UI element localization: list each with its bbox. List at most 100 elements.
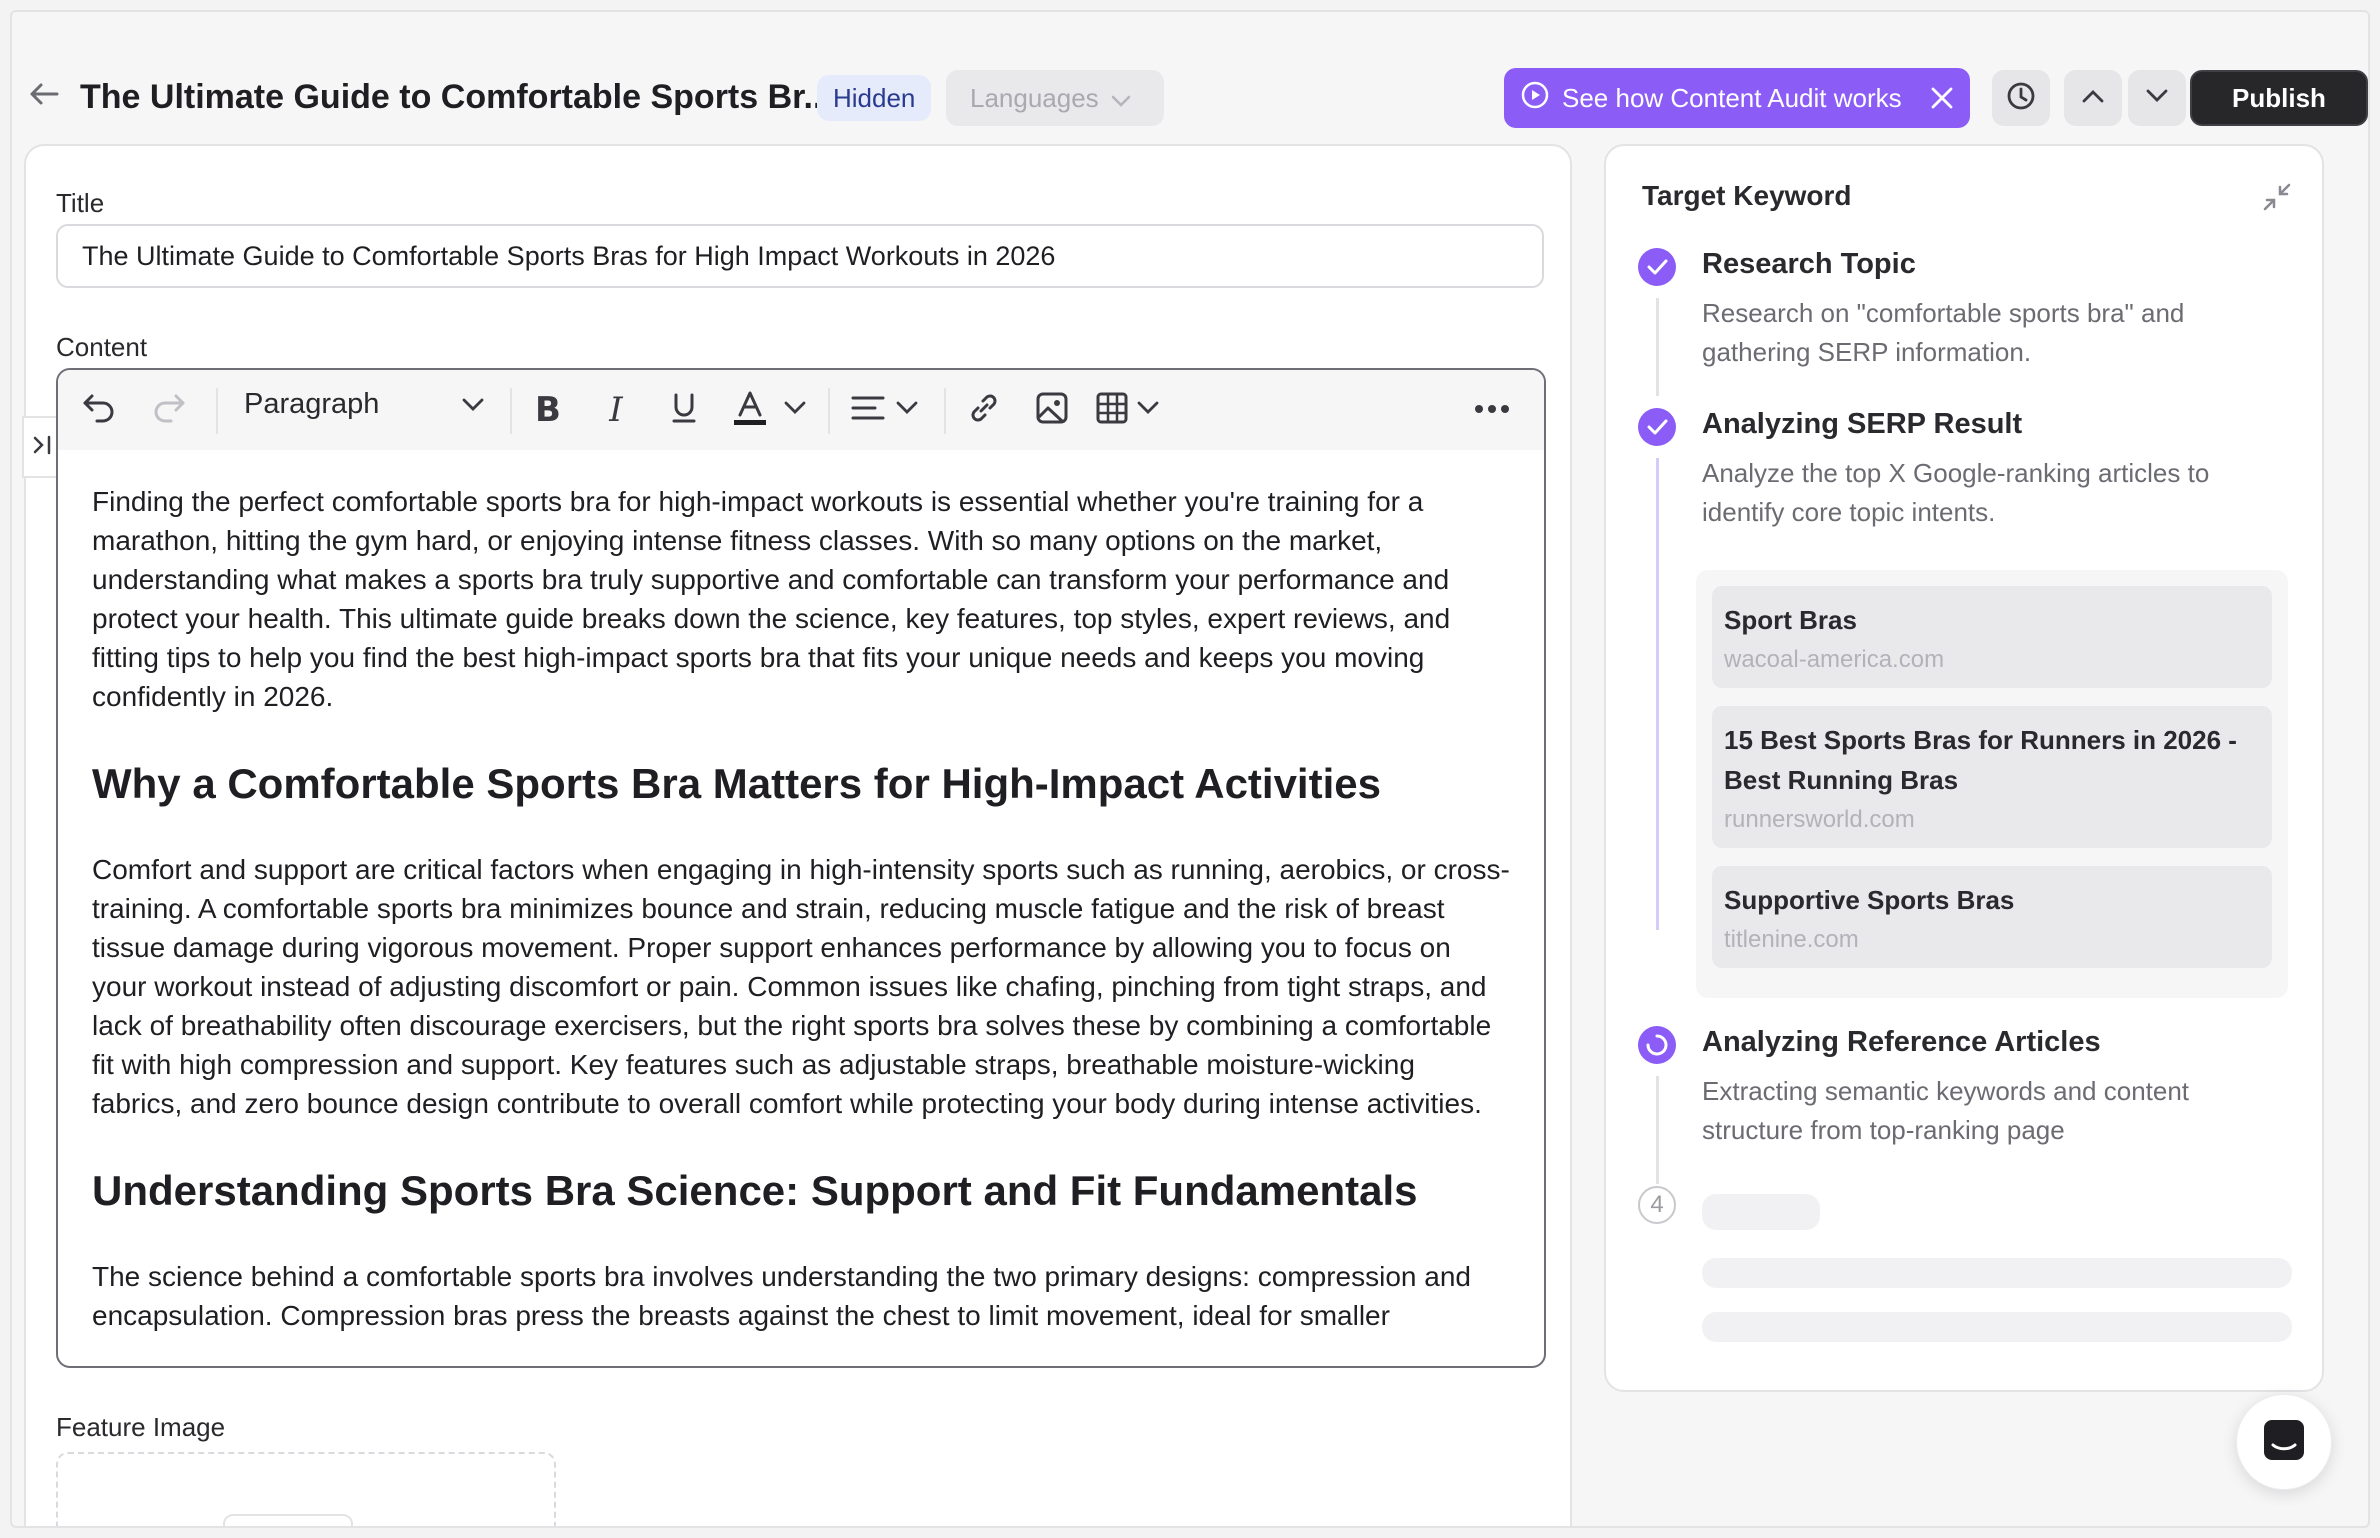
history-button[interactable] bbox=[1992, 70, 2050, 126]
redo-icon bbox=[150, 392, 186, 429]
block-type-select[interactable]: Paragraph bbox=[244, 388, 484, 421]
page-title: The Ultimate Guide to Comfortable Sports… bbox=[80, 78, 832, 116]
undo-icon bbox=[82, 392, 118, 429]
redo-button[interactable] bbox=[148, 390, 188, 430]
loading-placeholder bbox=[1702, 1194, 1820, 1230]
serp-result-title: 15 Best Sports Bras for Runners in 2026 … bbox=[1724, 725, 2237, 795]
title-label: Title bbox=[56, 188, 105, 218]
content-editor[interactable]: Paragraph B I Finding the perfect comfor… bbox=[56, 368, 1546, 1368]
feature-image-upload-button[interactable] bbox=[223, 1514, 353, 1526]
top-bar: The Ultimate Guide to Comfortable Sports… bbox=[12, 12, 2368, 152]
bold-button[interactable]: B bbox=[528, 390, 568, 430]
serp-result-title: Supportive Sports Bras bbox=[1724, 885, 2015, 915]
step-title: Research Topic bbox=[1702, 248, 1916, 280]
title-input[interactable]: The Ultimate Guide to Comfortable Sports… bbox=[56, 224, 1544, 288]
step-pending: 4 bbox=[1638, 1186, 2292, 1342]
serp-results: Sport Bras wacoal-america.com 15 Best Sp… bbox=[1696, 570, 2288, 998]
table-icon bbox=[1095, 391, 1165, 430]
block-type-label: Paragraph bbox=[244, 388, 380, 420]
chevron-up-icon bbox=[2082, 89, 2104, 108]
check-icon bbox=[1638, 248, 1676, 286]
serp-result-item[interactable]: Sport Bras wacoal-america.com bbox=[1712, 586, 2272, 688]
languages-label: Languages bbox=[970, 82, 1099, 113]
step-description: Extracting semantic keywords and content… bbox=[1702, 1076, 2190, 1145]
step-research-topic: Research Topic Research on "comfortable … bbox=[1638, 248, 2288, 398]
serp-result-item[interactable]: 15 Best Sports Bras for Runners in 2026 … bbox=[1712, 706, 2272, 848]
step-connector bbox=[1656, 458, 1659, 930]
languages-dropdown[interactable]: Languages bbox=[946, 70, 1164, 126]
publish-button[interactable]: Publish bbox=[2190, 70, 2368, 126]
serp-result-title: Sport Bras bbox=[1724, 605, 1857, 635]
bold-icon: B bbox=[535, 390, 561, 430]
underline-button[interactable] bbox=[664, 390, 704, 430]
serp-result-source: wacoal-america.com bbox=[1724, 646, 1945, 673]
serp-result-source: titlenine.com bbox=[1724, 926, 1859, 953]
align-button[interactable] bbox=[848, 390, 924, 430]
check-icon bbox=[1638, 408, 1676, 446]
paragraph: The science behind a comfortable sports … bbox=[92, 1261, 1471, 1331]
step-analyzing-reference: Analyzing Reference Articles Extracting … bbox=[1638, 1026, 2288, 1186]
step-connector bbox=[1656, 298, 1659, 396]
app-window: The Ultimate Guide to Comfortable Sports… bbox=[10, 10, 2370, 1528]
toolbar-divider bbox=[828, 388, 830, 434]
toolbar-divider bbox=[216, 388, 218, 434]
collapse-icon[interactable] bbox=[2262, 182, 2292, 212]
heading: Understanding Sports Bra Science: Suppor… bbox=[92, 1167, 1418, 1214]
close-icon[interactable] bbox=[1930, 86, 1954, 110]
chat-widget-button[interactable] bbox=[2236, 1394, 2332, 1490]
italic-button[interactable]: I bbox=[596, 390, 636, 430]
content-audit-label: See how Content Audit works bbox=[1562, 82, 1902, 113]
toolbar-divider bbox=[510, 388, 512, 434]
chevron-down-icon bbox=[1111, 83, 1131, 114]
link-icon bbox=[967, 391, 1001, 430]
chevron-down-icon bbox=[462, 398, 484, 412]
content-audit-button[interactable]: See how Content Audit works bbox=[1504, 68, 1970, 128]
step-description: Analyze the top X Google-ranking article… bbox=[1702, 458, 2210, 527]
image-button[interactable] bbox=[1032, 390, 1072, 430]
more-options-button[interactable] bbox=[1470, 390, 1514, 430]
step-number: 4 bbox=[1638, 1186, 1676, 1224]
text-color-icon bbox=[731, 389, 769, 432]
spinner-icon bbox=[1638, 1026, 1676, 1064]
chevron-down-icon bbox=[2146, 89, 2168, 108]
feature-image-dropzone[interactable] bbox=[56, 1452, 556, 1526]
step-title: Analyzing SERP Result bbox=[1702, 408, 2023, 440]
clock-icon bbox=[2005, 80, 2037, 117]
toolbar-divider bbox=[944, 388, 946, 434]
editor-toolbar: Paragraph B I bbox=[58, 370, 1544, 450]
feature-image-label: Feature Image bbox=[56, 1412, 226, 1442]
step-connector bbox=[1656, 1076, 1659, 1184]
chat-icon bbox=[2261, 1417, 2307, 1468]
step-description: Research on "comfortable sports bra" and… bbox=[1702, 298, 2185, 367]
status-badge: Hidden bbox=[817, 75, 932, 121]
undo-button[interactable] bbox=[80, 390, 120, 430]
heading: Why a Comfortable Sports Bra Matters for… bbox=[92, 760, 1381, 807]
back-button[interactable] bbox=[26, 78, 62, 114]
table-button[interactable] bbox=[1094, 390, 1166, 430]
loading-placeholder bbox=[1702, 1258, 2292, 1288]
paragraph: Comfort and support are critical factors… bbox=[92, 854, 1510, 1119]
underline-icon bbox=[670, 392, 698, 429]
editor-body[interactable]: Finding the perfect comfortable sports b… bbox=[92, 482, 1512, 1366]
text-color-button[interactable] bbox=[728, 390, 772, 430]
more-icon bbox=[1474, 401, 1510, 419]
italic-icon: I bbox=[609, 390, 623, 430]
align-icon bbox=[850, 393, 922, 428]
image-icon bbox=[1035, 391, 1069, 430]
next-button[interactable] bbox=[2128, 70, 2186, 126]
panel-title: Target Keyword bbox=[1642, 180, 1852, 211]
serp-result-item[interactable]: Supportive Sports Bras titlenine.com bbox=[1712, 866, 2272, 968]
paragraph: Finding the perfect comfortable sports b… bbox=[92, 486, 1451, 712]
play-circle-icon bbox=[1520, 80, 1550, 117]
serp-result-source: runnersworld.com bbox=[1724, 806, 1915, 833]
editor-panel: Title The Ultimate Guide to Comfortable … bbox=[22, 144, 1572, 1526]
link-button[interactable] bbox=[964, 390, 1004, 430]
target-keyword-panel: Target Keyword Research Topic Research o… bbox=[1604, 144, 2324, 1392]
loading-placeholder bbox=[1702, 1312, 2292, 1342]
back-arrow-icon bbox=[29, 82, 59, 111]
step-title: Analyzing Reference Articles bbox=[1702, 1026, 2101, 1058]
sidebar-expand-icon bbox=[31, 433, 55, 462]
text-color-dropdown[interactable] bbox=[780, 390, 810, 430]
chevron-down-icon bbox=[784, 401, 806, 420]
previous-button[interactable] bbox=[2064, 70, 2122, 126]
